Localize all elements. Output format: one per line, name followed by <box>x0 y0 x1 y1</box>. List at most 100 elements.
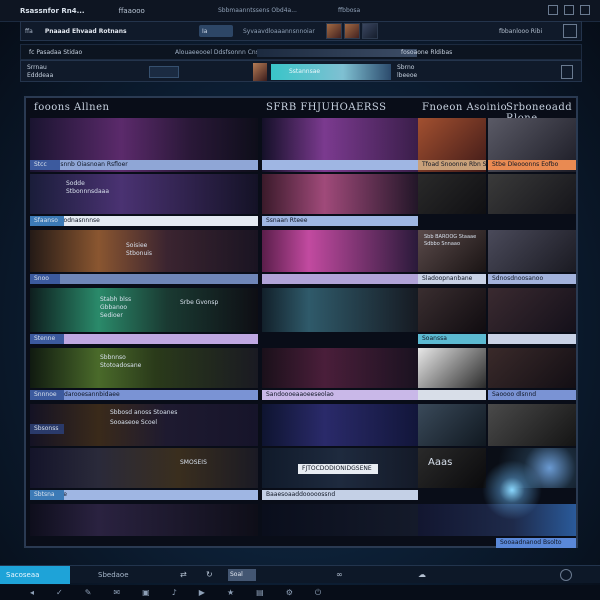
caption-bar <box>262 160 418 170</box>
shuffle-icon[interactable]: ⇄ <box>180 570 187 579</box>
toolbar-segment: Syvaavdloaaannsnnoiar <box>243 27 315 35</box>
caption-bar: Tfoad Snoonne Rbn Slenbeea <box>418 160 486 170</box>
media-tile[interactable] <box>488 288 576 332</box>
gear-icon[interactable]: ⚙ <box>286 588 293 597</box>
media-tile[interactable] <box>30 504 258 536</box>
caption-bar: Sandoooeaaoeeseolao <box>262 390 418 400</box>
image-icon[interactable]: ▣ <box>142 588 150 597</box>
player-label: Srrnau Edddeaa <box>27 64 54 79</box>
progress-bar <box>257 49 417 57</box>
media-tile[interactable] <box>262 288 418 332</box>
edit-icon[interactable]: ✎ <box>85 588 92 597</box>
media-tile[interactable] <box>418 348 486 388</box>
app-title: Rsassnfor Rn4... <box>20 6 85 15</box>
star-icon[interactable]: ★ <box>227 588 234 597</box>
media-tile[interactable] <box>418 448 486 488</box>
player-row: Srrnau Edddeaa Sstannsae Sbrno lbeeoe <box>20 60 582 82</box>
active-tab[interactable]: Sacoseaa <box>0 565 70 584</box>
check-icon[interactable]: ✓ <box>56 588 63 597</box>
title-bar: Rsassnfor Rn4... ffaaooo Sbbmaanntssens … <box>0 0 600 22</box>
window-controls <box>548 5 590 15</box>
media-tile[interactable] <box>262 404 418 446</box>
caption-bar: Ssnaan Rteee <box>262 216 418 226</box>
settings-icon[interactable] <box>560 569 572 581</box>
caption-bar <box>30 334 258 344</box>
media-tile[interactable] <box>488 348 576 388</box>
caption-bar <box>488 334 576 344</box>
chat-icon[interactable]: ✉ <box>113 588 120 597</box>
folder-icon[interactable]: ▤ <box>256 588 264 597</box>
cloud-icon[interactable]: ☁ <box>418 570 426 579</box>
tile-title: Sodde Stbonnnsdaaa <box>66 180 110 195</box>
light-glow <box>482 460 542 520</box>
caption-bar <box>262 274 418 284</box>
toolbar-right-label: fbbanlooo Ribi <box>499 27 543 35</box>
toolbar-thumbnails <box>326 23 378 39</box>
tile-title: FJTOCDODIONIDGSENE <box>298 464 378 474</box>
thumbnail[interactable] <box>344 23 360 39</box>
back-icon[interactable]: ◂ <box>30 588 34 597</box>
media-tile[interactable] <box>262 504 418 536</box>
settings-icon[interactable] <box>563 24 577 38</box>
tile-title: Sbbosd anoss Stoanes <box>110 409 178 416</box>
thumbnail[interactable] <box>362 23 378 39</box>
caption-bar: Sannnooddarooesannbidaee <box>30 390 258 400</box>
caption-bar: Seoavnaoodnasnnnse <box>30 216 258 226</box>
caption-bar: Saoooo dlsnnd <box>488 390 576 400</box>
caption-bar <box>30 274 258 284</box>
tile-title: Soisiee Stbonuis <box>126 242 153 257</box>
media-tile[interactable] <box>418 174 486 214</box>
caption-bar: Sooaadnanod Bsolto <box>496 538 576 548</box>
column-header: SFRB FHJUHOAERSS <box>266 102 387 113</box>
now-playing-bar[interactable]: Sstannsae <box>271 64 391 80</box>
player-control[interactable] <box>149 66 179 78</box>
media-tile[interactable] <box>488 174 576 214</box>
power-icon[interactable]: ⏻ <box>315 588 321 598</box>
close-icon[interactable] <box>580 5 590 15</box>
menu-icon[interactable] <box>561 65 573 79</box>
media-tile[interactable] <box>488 404 576 446</box>
tile-title: Sbbnnso Stotoadosane <box>100 354 142 369</box>
tile-title: Aaas <box>428 458 453 468</box>
repeat-icon[interactable]: ↻ <box>206 570 213 579</box>
menu-item[interactable]: ffaaooo <box>119 7 145 15</box>
media-tile[interactable] <box>418 404 486 446</box>
now-playing-thumbnail[interactable] <box>253 63 267 81</box>
toolbar-row: ffa Pnaaad Ehvaad Rotnans Ia Syvaavdloaa… <box>20 21 582 41</box>
mode-button[interactable]: Soal <box>228 569 256 581</box>
maximize-icon[interactable] <box>564 5 574 15</box>
caption-bar: Sdnosdnoosanoo <box>488 274 576 284</box>
caption-bar: Baaesoaaddooooossnd <box>262 490 418 500</box>
breadcrumb-row: fc Pasadaa Stidao Alouaeeooel Ddsfsonnn … <box>20 44 582 60</box>
caption-bar: Sneansaoe <box>30 490 258 500</box>
breadcrumb-item[interactable]: fosoaone Rldibas <box>401 49 452 56</box>
media-tile[interactable] <box>488 230 576 272</box>
toolbar-chip[interactable]: ffa <box>25 28 33 35</box>
row-label: Sbsonss <box>30 424 64 434</box>
window-caption: Sbbmaanntssens Obd4a... <box>218 7 297 14</box>
media-tile[interactable] <box>262 230 418 272</box>
breadcrumb-item[interactable]: fc Pasadaa Stidao <box>29 49 82 56</box>
toolbar-label: Pnaaad Ehvaad Rotnans <box>44 27 127 35</box>
bottom-bar: Sacoseaa Sbedaoe ⇄ ↻ Soal ∞ ☁ <box>0 565 600 584</box>
music-icon[interactable]: ♪ <box>172 588 177 597</box>
row-label: Snnnoe <box>30 390 64 400</box>
tab-label[interactable]: Sbedaoe <box>98 571 129 579</box>
thumbnail[interactable] <box>326 23 342 39</box>
window-caption-2: ffbbosa <box>338 7 361 14</box>
column-header: fooons Allnen <box>34 102 110 113</box>
media-tile[interactable] <box>262 348 418 388</box>
row-label: Sfaanso <box>30 216 64 226</box>
loop-icon[interactable]: ∞ <box>336 570 343 579</box>
toolbar-pill-button[interactable]: Ia <box>199 25 233 37</box>
minimize-icon[interactable] <box>548 5 558 15</box>
caption-bar: Stbe Dleooonns Eofbo <box>488 160 576 170</box>
media-tile[interactable] <box>418 288 486 332</box>
media-tile[interactable] <box>30 448 258 488</box>
row-label: Sbtsna <box>30 490 64 500</box>
caption-bar: Sladoopnanbane <box>418 274 486 284</box>
row-label: Stenne <box>30 334 64 344</box>
media-tile[interactable] <box>262 174 418 214</box>
caption-bar: Stiaoanosnnb Oiasnoan Rsfloer <box>30 160 258 170</box>
video-icon[interactable]: ▶ <box>199 588 205 597</box>
